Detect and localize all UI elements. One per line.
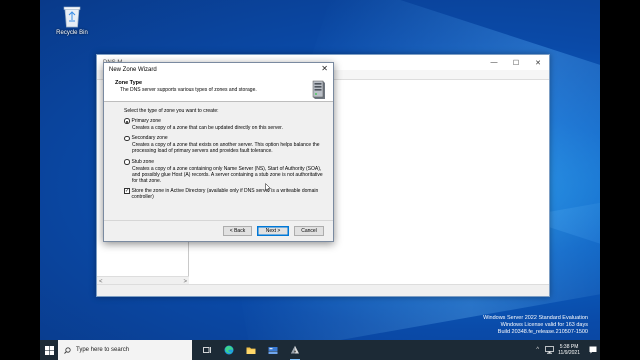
radio-unselected-icon[interactable] [124, 159, 130, 165]
notification-center-button[interactable] [586, 346, 600, 354]
store-in-ad-checkbox[interactable]: ✓ Store the zone in Active Directory (av… [124, 188, 323, 200]
taskbar-clock[interactable]: 5:38 PM 11/9/2021 [558, 344, 580, 357]
watermark-line: Windows License valid for 163 days [500, 322, 588, 328]
start-button[interactable] [40, 340, 58, 360]
checkmark-icon[interactable]: ✓ [124, 188, 130, 194]
zone-type-prompt: Select the type of zone you want to crea… [124, 108, 219, 114]
stub-zone-label[interactable]: Stub zone [132, 159, 155, 165]
server-manager-button[interactable] [262, 340, 284, 360]
recycle-bin-icon [63, 6, 81, 28]
dns-manager-icon [291, 345, 299, 354]
letterbox-right [600, 0, 640, 360]
stub-zone-description: Creates a copy of a zone containing only… [132, 165, 323, 185]
page-subheading: The DNS server supports various types of… [120, 87, 257, 93]
minimize-button[interactable]: — [483, 55, 505, 70]
page-heading: Zone Type [115, 80, 143, 86]
evaluation-watermark: Windows Server 2022 Standard Evaluation … [483, 315, 588, 336]
watermark-line: Build 20348.fe_release.210507-1500 [497, 329, 588, 335]
radio-selected-icon[interactable] [124, 118, 130, 124]
store-in-ad-label[interactable]: Store the zone in Active Directory (avai… [132, 188, 324, 200]
clock-date: 11/9/2021 [558, 350, 580, 356]
wizard-header: Zone Type The DNS server supports variou… [104, 76, 333, 102]
letterbox-left [0, 0, 40, 360]
wizard-footer-divider [104, 220, 333, 221]
recycle-bin-label: Recycle Bin [56, 30, 88, 36]
recycle-bin-shortcut[interactable]: Recycle Bin [52, 4, 92, 36]
primary-zone-description: Creates a copy of a zone that can be upd… [132, 125, 283, 131]
file-explorer-icon [246, 347, 256, 354]
radio-unselected-icon[interactable] [124, 135, 130, 142]
primary-zone-radio[interactable]: Primary zone [124, 118, 323, 124]
close-button[interactable]: ✕ [527, 55, 549, 70]
status-bar [97, 284, 549, 296]
windows-logo-icon [44, 345, 54, 355]
watermark-line: Windows Server 2022 Standard Evaluation [483, 315, 588, 321]
show-hidden-icons-chevron-icon[interactable]: ^ [536, 347, 539, 353]
server-icon [312, 80, 325, 99]
cancel-button[interactable]: Cancel [294, 226, 324, 236]
task-view-button[interactable] [196, 340, 218, 360]
secondary-zone-description: Creates a copy of a zone that exists on … [132, 142, 320, 155]
dns-manager-button[interactable] [284, 340, 306, 360]
desktop: Recycle Bin DNS M — ☐ ✕ < > New Zone Wiz… [40, 0, 600, 340]
search-icon [64, 346, 71, 354]
task-view-icon [202, 347, 211, 353]
mouse-pointer-icon [265, 183, 271, 192]
secondary-zone-label[interactable]: Secondary zone [132, 135, 168, 141]
primary-zone-label[interactable]: Primary zone [132, 118, 161, 124]
search-placeholder[interactable]: Type here to search [76, 347, 129, 353]
file-explorer-button[interactable] [240, 340, 262, 360]
edge-icon [224, 345, 234, 355]
notification-icon [589, 346, 597, 354]
new-zone-wizard-dialog[interactable]: New Zone Wizard ✕ Zone Type The DNS serv… [103, 62, 334, 242]
wizard-close-icon[interactable]: ✕ [321, 64, 328, 73]
taskbar: Type here to search ^ 5:38 PM 11/9/2021 [40, 340, 600, 360]
next-button[interactable]: Next > [257, 226, 289, 236]
wizard-titlebar[interactable]: New Zone Wizard ✕ [104, 63, 333, 76]
back-button[interactable]: < Back [223, 226, 252, 236]
wizard-title: New Zone Wizard [109, 66, 157, 73]
secondary-zone-radio[interactable]: Secondary zone [124, 135, 323, 141]
server-manager-icon [268, 346, 278, 354]
edge-button[interactable] [218, 340, 240, 360]
taskbar-search-box[interactable]: Type here to search [58, 340, 192, 360]
maximize-button[interactable]: ☐ [505, 55, 527, 70]
stub-zone-radio[interactable]: Stub zone [124, 159, 323, 165]
network-icon[interactable] [545, 346, 554, 354]
